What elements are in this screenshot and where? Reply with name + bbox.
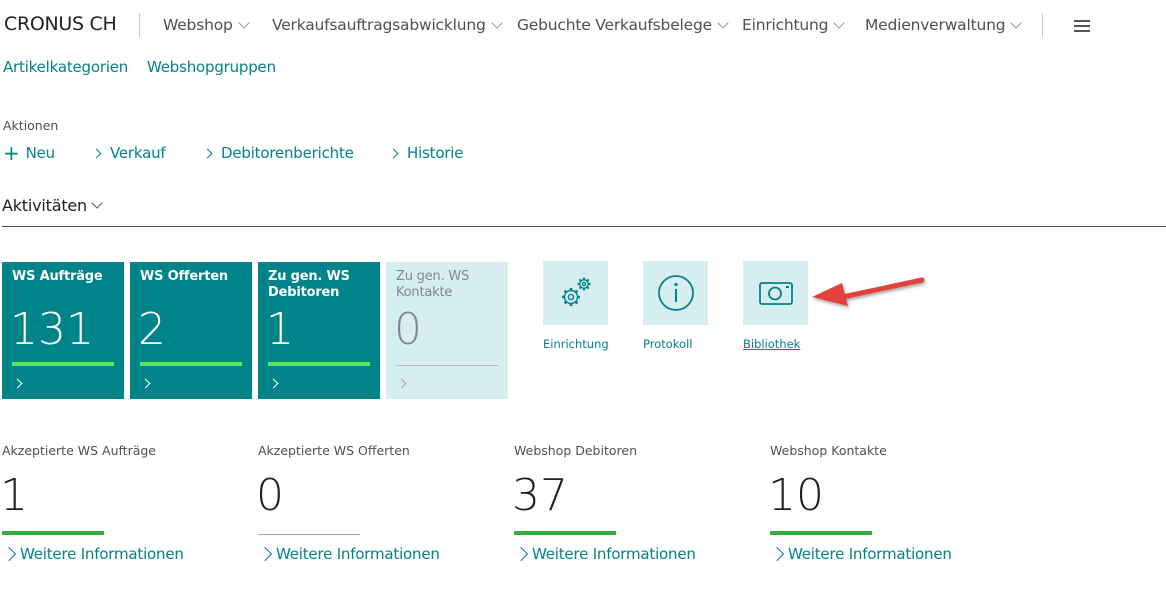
chevron-right-icon	[769, 546, 785, 562]
nav-medienverwaltung[interactable]: Medienverwaltung	[865, 16, 1023, 34]
chevron-right-icon	[396, 378, 407, 389]
action-verkauf-label: Verkauf	[110, 144, 166, 162]
action-tile-bibliothek[interactable]	[743, 261, 808, 325]
action-tile-protokoll-label[interactable]: Protokoll	[643, 337, 692, 351]
chevron-down-icon	[91, 197, 103, 209]
action-new[interactable]: + Neu	[3, 140, 56, 165]
action-historie-label: Historie	[407, 144, 464, 162]
subnav-artikelkategorien[interactable]: Artikelkategorien	[3, 58, 128, 76]
info-icon	[657, 275, 694, 311]
nav-einrichtung-label: Einrichtung	[742, 16, 829, 34]
kpi-more-info-label: Weitere Informationen	[20, 545, 184, 563]
kpi-value[interactable]: 0	[256, 470, 284, 521]
annotation-arrow-icon	[812, 277, 925, 306]
kpi-bar	[258, 534, 360, 535]
cue-tile-bar	[396, 365, 498, 366]
activities-divider	[2, 226, 1166, 227]
kpi-label: Webshop Kontakte	[770, 443, 887, 458]
chevron-down-icon	[1010, 17, 1023, 29]
cue-tile-value: 131	[10, 304, 94, 355]
cue-tile-bar	[140, 362, 242, 366]
kpi-bar	[2, 531, 104, 535]
cue-tile-value: 1	[266, 304, 294, 355]
nav-verkaufsauftragsabwicklung[interactable]: Verkaufsauftragsabwicklung	[272, 16, 504, 34]
nav-gebuchte-verkaufsbelege[interactable]: Gebuchte Verkaufsbelege	[517, 16, 730, 34]
chevron-right-icon	[268, 378, 279, 389]
nav-separator	[1042, 13, 1043, 37]
chevron-right-icon	[12, 378, 23, 389]
kpi-bar	[514, 531, 616, 535]
chevron-down-icon	[237, 17, 250, 29]
chevron-right-icon	[513, 546, 529, 562]
cue-tile-ws-offerten[interactable]: WS Offerten 2	[130, 262, 252, 399]
action-verkauf[interactable]: Verkauf	[91, 144, 166, 162]
cue-tile-zu-gen-ws-debitoren[interactable]: Zu gen. WS Debitoren 1	[258, 262, 380, 399]
kpi-more-info-link[interactable]: Weitere Informationen	[257, 545, 440, 563]
kpi-value[interactable]: 10	[768, 470, 824, 521]
camera-icon	[758, 282, 793, 305]
chevron-right-icon	[91, 148, 102, 158]
kpi-more-info-link[interactable]: Weitere Informationen	[1, 545, 184, 563]
actions-label: Aktionen	[3, 118, 59, 133]
chevron-right-icon	[257, 546, 273, 562]
chevron-right-icon	[1, 546, 17, 562]
action-tile-protokoll[interactable]	[643, 261, 708, 325]
company-name[interactable]: CRONUS CH	[4, 13, 117, 35]
kpi-more-info-label: Weitere Informationen	[532, 545, 696, 563]
kpi-value[interactable]: 37	[512, 470, 568, 521]
cue-tile-title: Zu gen. WS Kontakte	[396, 269, 470, 300]
kpi-value[interactable]: 1	[0, 470, 28, 521]
kpi-bar	[770, 531, 872, 535]
kpi-more-info-link[interactable]: Weitere Informationen	[513, 545, 696, 563]
kpi-more-info-label: Weitere Informationen	[788, 545, 952, 563]
kpi-label: Akzeptierte WS Aufträge	[2, 443, 156, 458]
activities-title: Aktivitäten	[2, 196, 87, 215]
activities-toggle[interactable]: Aktivitäten	[2, 196, 104, 215]
cue-tile-zu-gen-ws-kontakte[interactable]: Zu gen. WS Kontakte 0	[386, 262, 508, 399]
cue-tile-bar	[12, 362, 114, 366]
action-debitorenberichte-label: Debitorenberichte	[221, 144, 354, 162]
cue-tile-ws-auftraege[interactable]: WS Aufträge 131	[2, 262, 124, 399]
chevron-right-icon	[140, 378, 151, 389]
kpi-more-info-link[interactable]: Weitere Informationen	[769, 545, 952, 563]
cue-tile-title: WS Offerten	[140, 269, 228, 284]
hamburger-menu-icon[interactable]	[1074, 20, 1090, 35]
nav-webshop[interactable]: Webshop	[163, 16, 251, 34]
nav-separator	[139, 13, 140, 37]
chevron-right-icon	[202, 148, 213, 158]
cue-tile-title: Zu gen. WS Debitoren	[268, 269, 350, 300]
action-historie[interactable]: Historie	[388, 144, 464, 162]
cue-tile-value: 0	[394, 304, 422, 355]
chevron-down-icon	[717, 17, 729, 29]
kpi-label: Webshop Debitoren	[514, 443, 637, 458]
kpi-more-info-label: Weitere Informationen	[276, 545, 440, 563]
action-tile-einrichtung[interactable]	[543, 261, 608, 325]
nav-verkaufsauftragsabwicklung-label: Verkaufsauftragsabwicklung	[272, 16, 486, 34]
chevron-down-icon	[833, 17, 845, 29]
chevron-down-icon	[490, 17, 503, 29]
gears-icon	[561, 277, 590, 306]
nav-webshop-label: Webshop	[163, 16, 233, 34]
kpi-label: Akzeptierte WS Offerten	[258, 443, 410, 458]
action-debitorenberichte[interactable]: Debitorenberichte	[202, 144, 354, 162]
plus-icon: +	[3, 140, 20, 165]
subnav-webshopgruppen[interactable]: Webshopgruppen	[147, 58, 276, 76]
nav-gebuchte-verkaufsbelege-label: Gebuchte Verkaufsbelege	[517, 16, 712, 34]
chevron-right-icon	[388, 148, 399, 158]
nav-einrichtung[interactable]: Einrichtung	[742, 16, 846, 34]
cue-tile-title: WS Aufträge	[12, 269, 103, 284]
cue-tile-value: 2	[138, 304, 166, 355]
cue-tile-bar	[268, 362, 370, 366]
nav-medienverwaltung-label: Medienverwaltung	[865, 16, 1006, 34]
action-tile-einrichtung-label[interactable]: Einrichtung	[543, 337, 609, 351]
action-tile-bibliothek-label[interactable]: Bibliothek	[743, 337, 800, 351]
action-new-label: Neu	[25, 144, 56, 162]
